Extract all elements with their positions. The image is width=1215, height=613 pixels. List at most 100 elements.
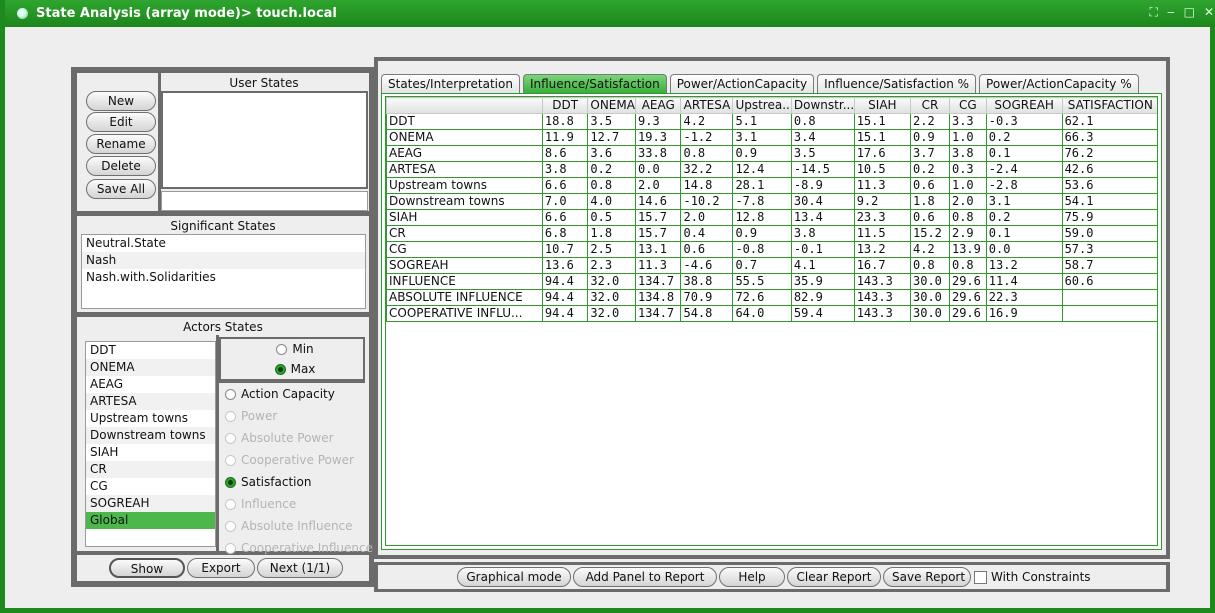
table-cell[interactable]: 3.5 [587,113,637,130]
table-cell[interactable]: 29.6 [948,273,987,290]
table-cell[interactable]: 12.4 [732,161,792,178]
table-cell[interactable]: 0.2 [985,129,1063,146]
table-cell[interactable]: 4.1 [790,257,855,274]
table-cell[interactable]: 0.8 [948,209,987,226]
table-cell[interactable]: 1.8 [587,225,637,242]
row-header[interactable]: COOPERATIVE INFLU... [386,305,543,322]
delete-button[interactable]: Delete [86,156,156,176]
table-cell[interactable]: 58.7 [1061,257,1157,274]
next-button[interactable]: Next (1/1) [257,558,343,578]
column-header[interactable]: DDT [541,97,589,114]
row-header[interactable]: ONEMA [386,129,543,146]
close-icon[interactable]: ✕ [1204,5,1214,20]
min-radio[interactable]: Min [221,339,363,359]
table-cell[interactable]: 55.5 [732,273,792,290]
list-item[interactable]: Downstream towns [86,427,215,444]
table-cell[interactable]: 0.8 [790,113,855,130]
table-cell[interactable]: 16.9 [985,305,1063,322]
save-report-button[interactable]: Save Report [883,567,971,587]
table-cell[interactable]: 11.3 [853,177,912,194]
table-cell[interactable]: 75.9 [1061,209,1157,226]
list-item[interactable]: SOGREAH [86,495,215,512]
save-all-button[interactable]: Save All [86,179,156,199]
row-header[interactable]: CR [386,225,543,242]
list-item[interactable]: ONEMA [86,359,215,376]
table-row[interactable]: AEAG 8.6 3.6 33.8 0.8 0.9 3.5 17.6 3.7 3.8 0.1 76.2 [386,145,1157,162]
table-cell[interactable]: 0.2 [910,161,950,178]
table-cell[interactable]: 8.6 [541,145,589,162]
table-cell[interactable]: 0.8 [910,257,950,274]
table-cell[interactable]: 4.2 [910,241,950,258]
table-cell[interactable]: 15.7 [635,209,682,226]
table-row[interactable]: SIAH 6.6 0.5 15.7 2.0 12.8 13.4 23.3 0.6 0.8 0.2 75… [386,209,1157,226]
table-cell[interactable]: 14.6 [635,193,682,210]
table-cell[interactable]: 9.2 [853,193,912,210]
edit-button[interactable]: Edit [86,112,156,132]
table-cell[interactable]: 13.2 [985,257,1063,274]
column-header[interactable]: SOGREAH [985,97,1063,114]
tab-influence-satisfaction-pct[interactable]: Influence/Satisfaction % [817,74,977,93]
table-cell[interactable]: 12.7 [587,129,637,146]
table-cell[interactable]: 6.6 [541,177,589,194]
table-cell[interactable]: 1.8 [910,193,950,210]
row-header[interactable]: CG [386,241,543,258]
table-cell[interactable]: 2.0 [635,177,682,194]
actors-list[interactable]: DDT ONEMA AEAG ARTESA Upstream towns Dow… [85,341,216,547]
table-cell[interactable]: 76.2 [1061,145,1157,162]
table-cell[interactable]: -7.8 [732,193,792,210]
table-row[interactable]: DDT 18.8 3.5 9.3 4.2 5.1 0.8 15.1 2.2 3.3 -0.3 62.1 [386,113,1157,130]
table-cell[interactable]: 62.1 [1061,113,1157,130]
column-header[interactable]: Upstrea... [732,97,792,114]
row-header[interactable]: Downstream towns [386,193,543,210]
user-state-name-field[interactable] [161,191,368,211]
table-cell[interactable]: -8.9 [790,177,855,194]
add-panel-button[interactable]: Add Panel to Report [573,567,717,587]
table-row[interactable]: ARTESA 3.8 0.2 0.0 32.2 12.4 -14.5 10.5 0.2 0.3 -2… [386,161,1157,178]
table-cell[interactable]: 0.2 [587,161,637,178]
table-cell[interactable]: -1.2 [680,129,734,146]
table-cell[interactable]: 2.2 [910,113,950,130]
table-cell[interactable]: 15.2 [910,225,950,242]
column-header[interactable]: AEAG [635,97,682,114]
table-cell[interactable]: 66.3 [1061,129,1157,146]
table-cell[interactable]: 10.5 [853,161,912,178]
table-cell[interactable]: 57.3 [1061,241,1157,258]
table-cell[interactable]: 7.0 [541,193,589,210]
row-header[interactable]: ARTESA [386,161,543,178]
row-header[interactable]: SOGREAH [386,257,543,274]
table-cell[interactable]: 2.3 [587,257,637,274]
table-cell[interactable]: 35.9 [790,273,855,290]
table-row[interactable]: CR 6.8 1.8 15.7 0.4 0.9 3.8 11.5 15.2 2.9 0.1 59.0 [386,225,1157,242]
row-header[interactable]: AEAG [386,145,543,162]
table-cell[interactable]: 2.9 [948,225,987,242]
tab-influence-satisfaction[interactable]: Influence/Satisfaction [522,74,667,93]
significant-states-list[interactable]: Neutral.State Nash Nash.with.Solidaritie… [81,234,366,309]
table-cell[interactable]: 143.3 [853,305,912,322]
rename-button[interactable]: Rename [86,134,156,154]
tab-power-actioncapacity[interactable]: Power/ActionCapacity [669,74,815,93]
list-item[interactable]: Neutral.State [82,235,365,252]
table-cell[interactable]: 4.0 [587,193,637,210]
table-cell[interactable]: 6.8 [541,225,589,242]
row-header[interactable]: DDT [386,113,543,130]
row-header[interactable]: Upstream towns [386,177,543,194]
row-header[interactable]: INFLUENCE [386,273,543,290]
table-cell[interactable]: 64.0 [732,305,792,322]
table-cell[interactable]: 0.4 [680,225,734,242]
table-cell[interactable]: 10.7 [541,241,589,258]
table-cell[interactable]: 23.3 [853,209,912,226]
export-button[interactable]: Export [187,558,255,578]
table-cell[interactable]: 3.8 [948,145,987,162]
table-cell[interactable]: 30.0 [910,273,950,290]
table-cell[interactable]: 3.8 [541,161,589,178]
table-corner-header[interactable] [386,97,543,114]
table-cell[interactable]: 32.0 [587,289,637,306]
fullscreen-icon[interactable]: ⛶ [1150,5,1158,20]
table-cell[interactable]: 30.4 [790,193,855,210]
show-button[interactable]: Show [109,558,185,578]
table-cell[interactable]: 13.1 [635,241,682,258]
help-button[interactable]: Help [719,567,785,587]
table-cell[interactable]: -14.5 [790,161,855,178]
table-cell[interactable]: -4.6 [680,257,734,274]
table-cell[interactable]: 33.8 [635,145,682,162]
